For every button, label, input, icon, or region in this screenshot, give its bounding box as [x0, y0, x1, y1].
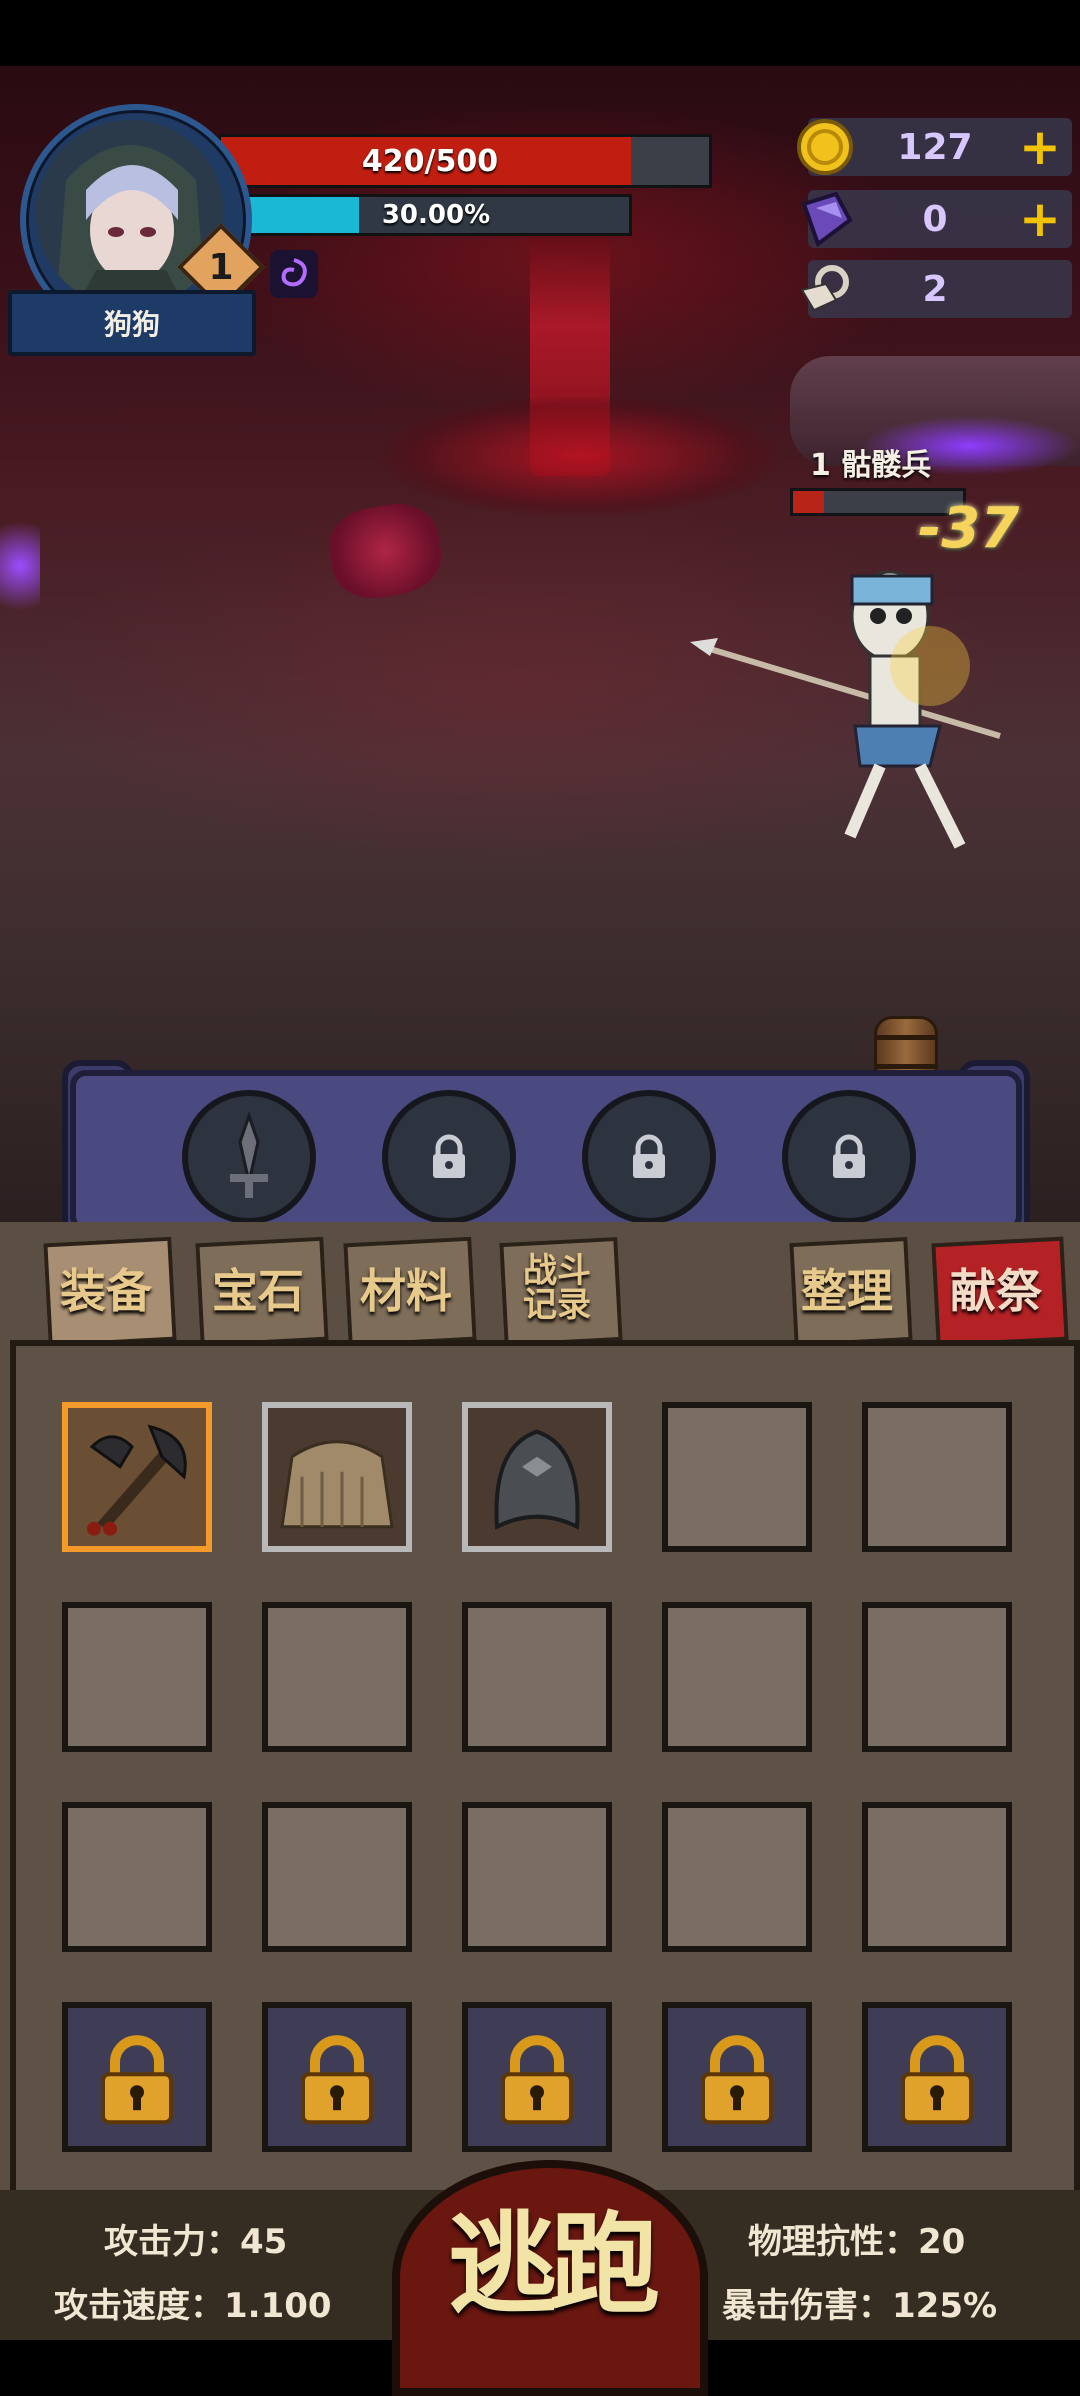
skull-counter: 2 — [800, 260, 1072, 318]
inventory-slot-locked[interactable] — [262, 2002, 412, 2152]
red-flower-decoration — [323, 497, 447, 605]
sword-skill-icon — [230, 1112, 268, 1198]
inventory-slot-battle-axe[interactable] — [62, 1402, 212, 1552]
hero-health-text: 420/500 — [361, 143, 499, 179]
hero-xp-bar: 30.00% — [240, 194, 632, 236]
skill-slot-locked-1[interactable] — [382, 1090, 516, 1224]
inventory-slot-empty[interactable] — [462, 1602, 612, 1752]
skill-slot-locked-2[interactable] — [582, 1090, 716, 1224]
enemy-name: 1 骷髅兵 — [810, 448, 932, 483]
inventory-slot-locked[interactable] — [462, 2002, 612, 2152]
tab-battle-log[interactable]: 战斗 记录 — [502, 1238, 612, 1338]
sacrifice-button[interactable]: 献祭 — [934, 1238, 1058, 1338]
ram-skull-icon — [794, 258, 856, 320]
lock-icon — [887, 2030, 987, 2134]
tab-equipment[interactable]: 装备 — [46, 1238, 166, 1338]
inventory-slot-empty[interactable] — [862, 1602, 1012, 1752]
hero-name: 狗狗 — [8, 290, 256, 356]
physical-resistance-stat: 物理抗性：20 — [748, 2222, 966, 2262]
lock-icon — [87, 2030, 187, 2134]
crystal-value: 0 — [922, 198, 948, 240]
hero-xp-text: 30.00% — [381, 200, 491, 230]
tab-battle-log-line1: 战斗 — [523, 1251, 591, 1291]
inventory-slot-empty[interactable] — [662, 1802, 812, 1952]
skeleton-enemy[interactable] — [690, 506, 1030, 886]
tab-gems[interactable]: 宝石 — [198, 1238, 318, 1338]
inventory-slot-locked[interactable] — [862, 2002, 1012, 2152]
tab-materials[interactable]: 材料 — [346, 1238, 466, 1338]
inventory-slot-empty[interactable] — [262, 1602, 412, 1752]
inventory-slot-straw-cape[interactable] — [262, 1402, 412, 1552]
enemy-health-fill — [793, 491, 824, 513]
attack-stat: 攻击力：45 — [104, 2222, 288, 2262]
inventory-slot-iron-helmet[interactable] — [462, 1402, 612, 1552]
inventory-slot-empty[interactable] — [862, 1802, 1012, 1952]
tab-battle-log-line2: 记录 — [523, 1285, 591, 1325]
straw-cape-icon — [272, 1417, 402, 1551]
lock-icon — [687, 2030, 787, 2134]
portal-glow — [0, 506, 40, 626]
hero-level: 1 — [208, 246, 234, 288]
skull-value: 2 — [922, 268, 948, 310]
purple-crystal-icon — [794, 188, 856, 250]
flee-button[interactable]: 逃跑 — [440, 2170, 660, 2340]
lock-icon — [833, 1134, 865, 1178]
gold-coin-icon — [794, 116, 856, 178]
status-bar — [0, 0, 1080, 66]
blood-pool — [380, 396, 780, 516]
inventory-slot-empty[interactable] — [462, 1802, 612, 1952]
sort-button[interactable]: 整理 — [792, 1238, 902, 1338]
lock-icon — [433, 1134, 465, 1178]
gold-value: 127 — [897, 126, 973, 168]
hero-health-bar: 420/500 — [218, 134, 712, 188]
skill-slot-sword[interactable] — [182, 1090, 316, 1224]
inventory-slot-empty[interactable] — [262, 1802, 412, 1952]
crit-damage-stat: 暴击伤害：125% — [722, 2286, 998, 2326]
inventory-slot-empty[interactable] — [62, 1802, 212, 1952]
lock-icon — [487, 2030, 587, 2134]
gold-counter: 127 + — [797, 118, 1072, 176]
inventory-slot-empty[interactable] — [862, 1402, 1012, 1552]
inventory-slot-empty[interactable] — [62, 1602, 212, 1752]
add-crystal-button[interactable]: + — [1014, 190, 1066, 248]
inventory-slot-empty[interactable] — [662, 1402, 812, 1552]
inventory-slot-locked[interactable] — [62, 2002, 212, 2152]
skill-slot-locked-3[interactable] — [782, 1090, 916, 1224]
vortex-buff-icon[interactable] — [270, 250, 318, 298]
lock-icon — [287, 2030, 387, 2134]
inventory-slot-empty[interactable] — [662, 1602, 812, 1752]
damage-number: -37 — [918, 496, 1020, 561]
battle-axe-icon — [72, 1417, 202, 1551]
attack-speed-stat: 攻击速度：1.100 — [54, 2286, 332, 2326]
iron-helmet-icon — [472, 1417, 602, 1551]
inventory-slot-locked[interactable] — [662, 2002, 812, 2152]
lock-icon — [633, 1134, 665, 1178]
add-gold-button[interactable]: + — [1014, 118, 1066, 176]
crystal-counter: 0 + — [801, 190, 1072, 248]
